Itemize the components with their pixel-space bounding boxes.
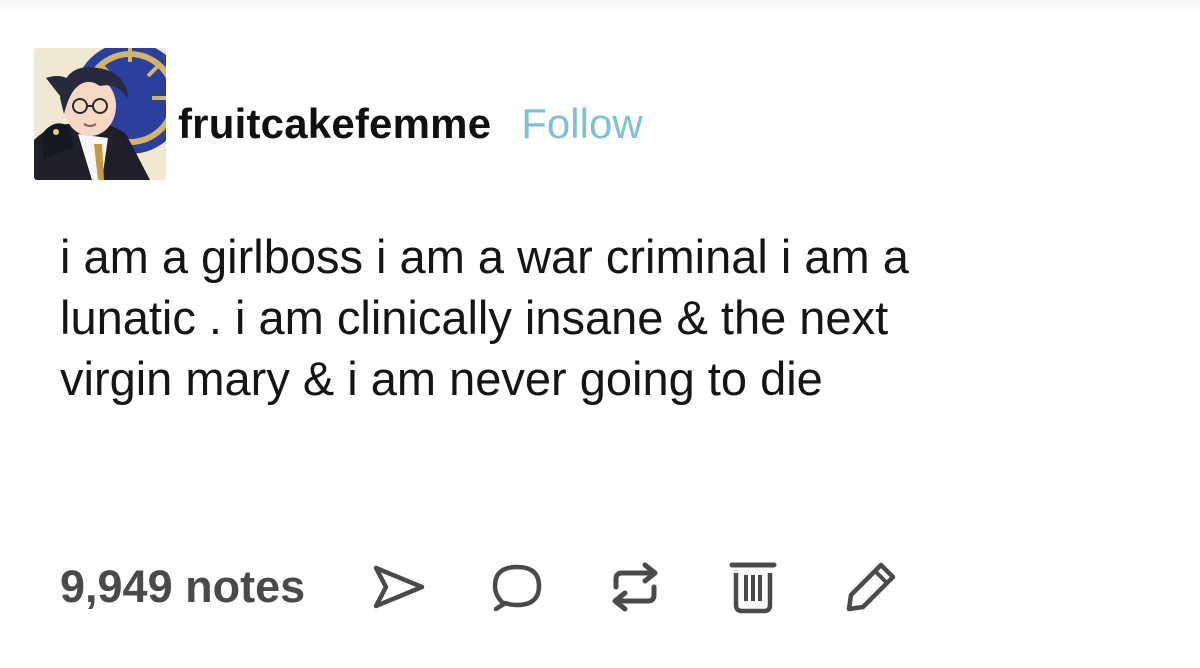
post-footer: 9,949 notes [60, 552, 1160, 622]
follow-button[interactable]: Follow [521, 100, 642, 148]
share-button[interactable] [367, 555, 431, 619]
post-body-line: lunatic . i am clinically insane & the n… [60, 291, 889, 344]
post-body: i am a girlboss i am a war criminal i am… [60, 226, 1170, 409]
username[interactable]: fruitcakefemme [178, 100, 491, 148]
edit-button[interactable] [839, 555, 903, 619]
delete-icon [729, 562, 777, 614]
post-body-line: i am a girlboss i am a war criminal i am… [60, 230, 909, 283]
reblog-button[interactable] [603, 555, 667, 619]
post-actions [367, 555, 903, 619]
tumblr-post: fruitcakefemme Follow i am a girlboss i … [0, 0, 1200, 668]
avatar[interactable] [34, 48, 166, 180]
notes-count[interactable]: 9,949 notes [60, 561, 305, 613]
reply-icon [492, 564, 542, 612]
reply-button[interactable] [485, 555, 549, 619]
avatar-image [34, 48, 166, 180]
delete-button[interactable] [721, 555, 785, 619]
reblog-icon [612, 562, 658, 612]
share-icon [373, 565, 425, 609]
post-header: fruitcakefemme Follow [34, 48, 643, 180]
post-body-line: virgin mary & i am never going to die [60, 352, 823, 405]
edit-icon [846, 562, 896, 612]
